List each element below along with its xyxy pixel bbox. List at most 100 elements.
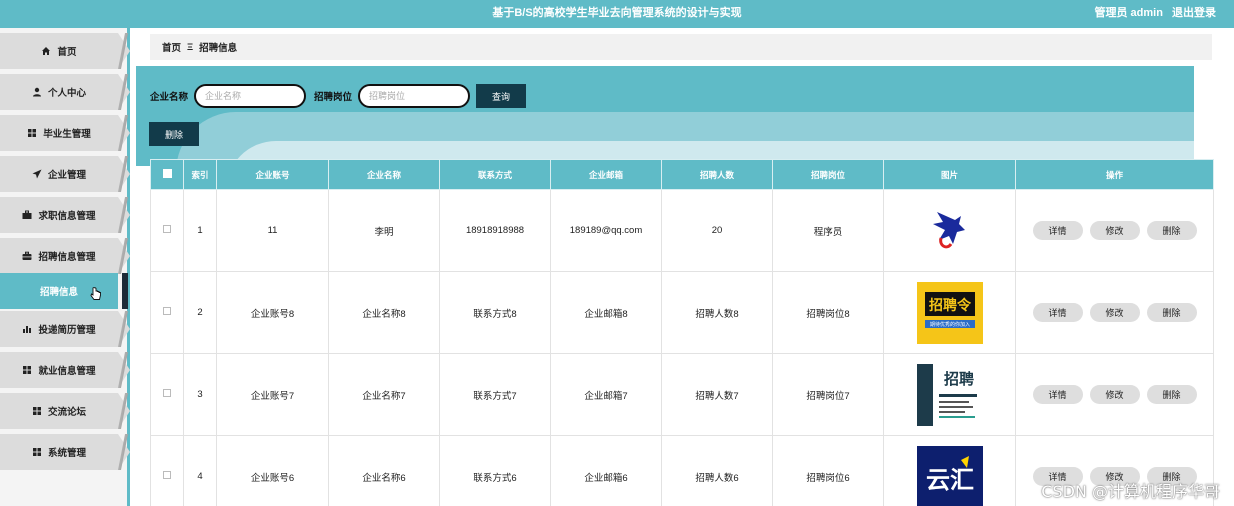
- sidebar-item-label: 求职信息管理: [38, 211, 96, 222]
- breadcrumb-home[interactable]: 首页: [162, 40, 181, 54]
- eagle-logo-image: [917, 200, 983, 262]
- position-input[interactable]: [358, 84, 471, 108]
- table-row: 1 11 李明 18918918988 189189@qq.com 20 程序员…: [150, 189, 1214, 272]
- email-cell: 企业邮箱6: [550, 435, 662, 506]
- detail-button[interactable]: 详情: [1032, 385, 1083, 404]
- mouse-pointer-icon: [90, 287, 102, 304]
- delete-button[interactable]: 删除: [1146, 385, 1197, 404]
- company-name-cell: 李明: [328, 189, 440, 272]
- table-row: 2 企业账号8 企业名称8 联系方式8 企业邮箱8 招聘人数8 招聘岗位8 招聘…: [150, 271, 1214, 354]
- company-account-cell: 11: [216, 189, 329, 272]
- search-panel: [136, 66, 1194, 166]
- sidebar-item-recruit-manage[interactable]: 招聘信息管理: [0, 238, 130, 274]
- sidebar-item-profile[interactable]: 个人中心: [0, 74, 130, 110]
- batch-delete-button[interactable]: 删除: [149, 122, 199, 146]
- row-index: 3: [183, 353, 217, 436]
- sidebar-item-companies[interactable]: 企业管理: [0, 156, 130, 192]
- sidebar-item-label: 就业信息管理: [38, 366, 96, 377]
- row-checkbox[interactable]: [163, 471, 171, 479]
- actions-cell: 详情 修改 删除: [1015, 189, 1214, 272]
- sidebar-item-home[interactable]: 首页: [0, 33, 130, 69]
- email-cell: 企业邮箱8: [550, 271, 662, 354]
- grid-icon: [27, 128, 37, 138]
- column-header: 企业账号: [216, 159, 329, 190]
- user-area: 管理员 admin 退出登录: [1088, 4, 1216, 20]
- email-cell: 企业邮箱7: [550, 353, 662, 436]
- send-icon: [32, 169, 42, 179]
- contact-cell: 联系方式6: [439, 435, 551, 506]
- watermark: CSDN @计算机程序华哥: [1041, 482, 1220, 501]
- sidebar-item-label: 个人中心: [47, 88, 86, 99]
- sidebar-item-label: 招聘信息: [39, 287, 78, 298]
- count-cell: 招聘人数8: [661, 271, 773, 354]
- sidebar-item-recruit-info[interactable]: 招聘信息: [0, 273, 130, 309]
- poster-title: 招聘: [943, 370, 973, 388]
- sidebar-item-job-seeking[interactable]: 求职信息管理: [0, 197, 130, 233]
- select-all-checkbox[interactable]: [162, 169, 172, 178]
- position-cell: 招聘岗位8: [772, 271, 884, 354]
- count-cell: 20: [661, 189, 773, 272]
- search-form: 企业名称 招聘岗位 查询: [150, 84, 527, 108]
- breadcrumb-separator: Ξ: [187, 41, 194, 53]
- actions-cell: 详情 修改 删除: [1015, 353, 1214, 436]
- logout-link[interactable]: 退出登录: [1172, 7, 1216, 19]
- company-account-cell: 企业账号8: [216, 271, 329, 354]
- row-checkbox[interactable]: [163, 307, 171, 315]
- poster-title: 云汇: [926, 465, 974, 494]
- recruit-poster-yellow-image: 招聘令 期待优秀的你加入: [916, 281, 983, 344]
- image-cell: 云汇: [883, 435, 1016, 506]
- app-title: 基于B/S的高校学生毕业去向管理系统的设计与实现: [492, 7, 742, 19]
- sidebar-item-forum[interactable]: 交流论坛: [0, 393, 130, 429]
- column-header: 联系方式: [439, 159, 551, 190]
- position-cell: 程序员: [772, 189, 884, 272]
- grid-icon: [32, 447, 42, 457]
- sidebar-item-resume-delivery[interactable]: 投递简历管理: [0, 311, 130, 347]
- email-cell: 189189@qq.com: [550, 189, 662, 272]
- company-name-input[interactable]: [194, 84, 307, 108]
- recruit-poster-white-image: JOIN US 招聘: [916, 363, 983, 426]
- row-index: 2: [183, 271, 217, 354]
- sidebar-item-system[interactable]: 系统管理: [0, 434, 130, 470]
- poster-title: 招聘令: [929, 297, 972, 314]
- column-header: 招聘人数: [661, 159, 773, 190]
- breadcrumb: 首页 Ξ 招聘信息: [150, 34, 1212, 60]
- sidebar-item-graduates[interactable]: 毕业生管理: [0, 115, 130, 151]
- select-all-header[interactable]: [150, 159, 184, 190]
- sidebar-item-label: 招聘信息管理: [38, 252, 96, 263]
- row-index: 1: [183, 189, 217, 272]
- edit-button[interactable]: 修改: [1089, 303, 1140, 322]
- edit-button[interactable]: 修改: [1089, 221, 1140, 240]
- contact-cell: 联系方式7: [439, 353, 551, 436]
- admin-label: 管理员 admin: [1094, 7, 1163, 19]
- column-header: 操作: [1015, 159, 1214, 190]
- detail-button[interactable]: 详情: [1032, 303, 1083, 322]
- sidebar: 首页 个人中心 毕业生管理 企业管理 求职信息管理 招聘信息管理 招聘信息 投递…: [0, 28, 130, 506]
- column-header: 索引: [183, 159, 217, 190]
- image-cell: JOIN US 招聘: [883, 353, 1016, 436]
- count-cell: 招聘人数7: [661, 353, 773, 436]
- position-cell: 招聘岗位7: [772, 353, 884, 436]
- delete-button[interactable]: 删除: [1146, 221, 1197, 240]
- detail-button[interactable]: 详情: [1032, 221, 1083, 240]
- table-header-row: 索引 企业账号 企业名称 联系方式 企业邮箱 招聘人数 招聘岗位 图片 操作: [150, 159, 1214, 190]
- company-name-cell: 企业名称7: [328, 353, 440, 436]
- row-checkbox[interactable]: [163, 225, 171, 233]
- sidebar-item-label: 投递简历管理: [38, 325, 96, 336]
- edit-button[interactable]: 修改: [1089, 385, 1140, 404]
- contact-cell: 联系方式8: [439, 271, 551, 354]
- home-icon: [41, 46, 51, 56]
- briefcase-icon: [22, 210, 32, 220]
- company-name-cell: 企业名称6: [328, 435, 440, 506]
- delete-button[interactable]: 删除: [1146, 303, 1197, 322]
- company-account-cell: 企业账号7: [216, 353, 329, 436]
- sidebar-item-employment[interactable]: 就业信息管理: [0, 352, 130, 388]
- count-cell: 招聘人数6: [661, 435, 773, 506]
- column-header: 企业名称: [328, 159, 440, 190]
- row-checkbox[interactable]: [163, 389, 171, 397]
- user-icon: [32, 87, 42, 97]
- column-header: 图片: [883, 159, 1016, 190]
- query-button[interactable]: 查询: [476, 84, 527, 108]
- grid-icon: [22, 365, 32, 375]
- table-row: 3 企业账号7 企业名称7 联系方式7 企业邮箱7 招聘人数7 招聘岗位7 JO…: [150, 353, 1214, 436]
- position-cell: 招聘岗位6: [772, 435, 884, 506]
